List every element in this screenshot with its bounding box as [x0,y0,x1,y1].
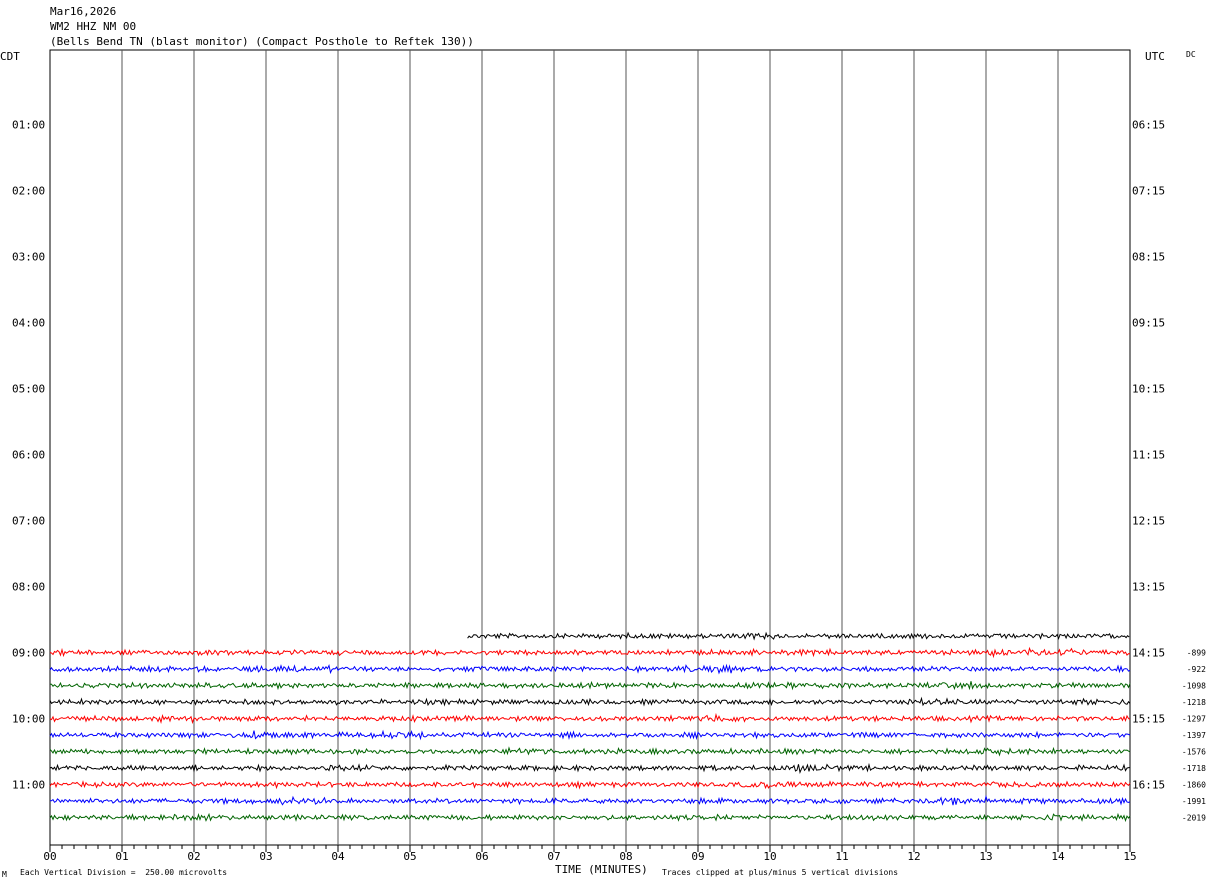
seismic-trace-6 [49,712,1131,725]
left-hour-label: 01:00 [12,119,45,132]
trace-offset-label: -1297 [1182,715,1206,724]
x-tick-label: 15 [1123,850,1136,863]
x-tick-label: 01 [115,850,128,863]
right-hour-label: 16:15 [1132,779,1165,792]
x-tick-label: 13 [979,850,992,863]
trace-offset-label: -1718 [1182,764,1206,773]
right-hour-label: 12:15 [1132,515,1165,528]
left-hour-label: 10:00 [12,713,45,726]
x-tick-label: 08 [619,850,632,863]
left-hour-label: 11:00 [12,779,45,792]
trace-offset-label: -2019 [1182,814,1206,823]
seismic-trace-3 [49,663,1131,675]
clip-note: Traces clipped at plus/minus 5 vertical … [662,868,899,877]
x-tick-label: 10 [763,850,776,863]
right-hour-label: 11:15 [1132,449,1165,462]
trace-offset-label: -1991 [1182,797,1206,806]
trace-offset-label: -1397 [1182,731,1206,740]
left-hour-label: 06:00 [12,449,45,462]
x-axis-title: TIME (MINUTES) [555,863,648,876]
seismic-trace-11 [49,794,1131,806]
left-hour-label: 08:00 [12,581,45,594]
right-hour-label: 07:15 [1132,185,1165,198]
seismic-trace-2 [49,646,1131,659]
seismic-trace-10 [49,780,1131,790]
left-hour-label: 02:00 [12,185,45,198]
trace-offset-label: -1860 [1182,781,1206,790]
seismic-trace-9 [49,762,1130,775]
trace-offset-label: -1218 [1182,698,1206,707]
x-tick-label: 06 [475,850,488,863]
x-tick-label: 14 [1051,850,1065,863]
plot-frame [49,49,1131,846]
x-tick-label: 03 [259,850,272,863]
seismic-trace-8 [49,746,1131,757]
right-hour-label: 08:15 [1132,251,1165,264]
seismic-trace-5 [49,696,1131,707]
trace-offset-label: -1576 [1182,748,1206,757]
seismic-trace-4 [49,680,1131,691]
vertical-division-note: Each Vertical Division = 250.00 microvol… [20,868,228,877]
right-hour-label: 06:15 [1132,119,1165,132]
x-tick-label: 07 [547,850,560,863]
trace-offset-label: -922 [1187,665,1206,674]
left-hour-label: 07:00 [12,515,45,528]
x-tick-label: 09 [691,850,704,863]
x-tick-label: 02 [187,850,200,863]
seismogram-plot: 00 01 02 03 04 05 06 07 08 09 10 11 12 13 14 15 01:00 06:… [12,49,1206,863]
left-hour-label: 03:00 [12,251,45,264]
right-hour-label: 15:15 [1132,713,1165,726]
left-hour-label: 09:00 [12,647,45,660]
x-tick-label: 05 [403,850,416,863]
footer-left-mark: M [2,870,7,879]
x-tick-label: 04 [331,850,345,863]
x-tick-label: 11 [835,850,848,863]
x-tick-label: 12 [907,850,920,863]
x-tick-label: 00 [43,850,56,863]
seismic-trace-1 [467,631,1130,641]
left-hour-label: 04:00 [12,317,45,330]
right-hour-label: 13:15 [1132,581,1165,594]
right-hour-label: 14:15 [1132,647,1165,660]
right-hour-label: 10:15 [1132,383,1165,396]
seismic-trace-12 [49,812,1131,823]
trace-offset-label: -1098 [1182,682,1206,691]
left-hour-label: 05:00 [12,383,45,396]
seismic-trace-7 [49,729,1131,741]
trace-offset-label: -899 [1187,649,1206,658]
right-hour-label: 09:15 [1132,317,1165,330]
